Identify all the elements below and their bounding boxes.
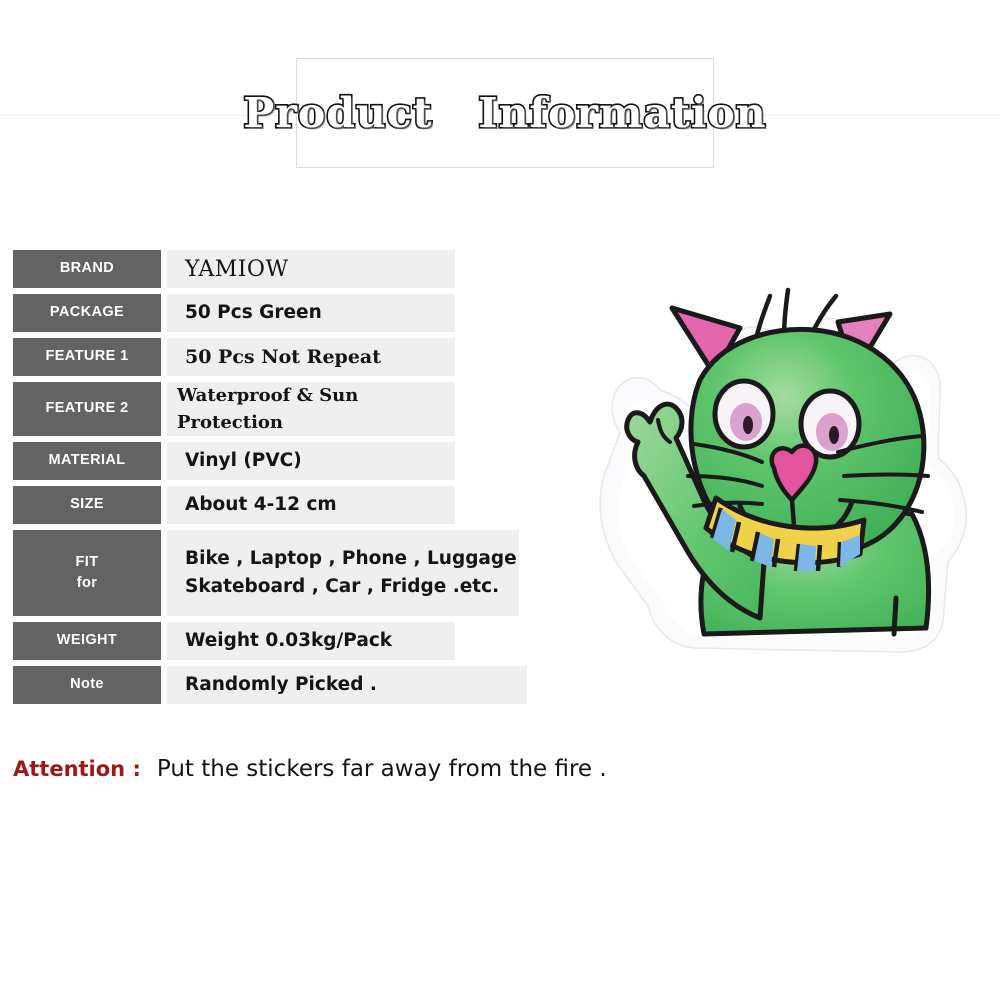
- title-box: Product Information: [242, 58, 767, 168]
- spec-label-fit-for: FIT for: [13, 530, 161, 616]
- spec-value-text: Waterproof & Sun Protection: [177, 385, 359, 433]
- spec-label-text: MATERIAL: [48, 452, 126, 469]
- table-row: SIZE About 4-12 cm: [13, 486, 543, 524]
- attention-text: Put the stickers far away from the fire …: [156, 756, 607, 782]
- spec-label-text: Note: [70, 676, 104, 693]
- spec-label-feature-2: FEATURE 2: [13, 382, 161, 436]
- table-row: Note Randomly Picked .: [13, 666, 543, 704]
- spec-label-text: WEIGHT: [56, 632, 118, 649]
- spec-label-feature-1: FEATURE 1: [13, 338, 161, 376]
- spec-value-text: Bike , Laptop , Phone , Luggage: [185, 548, 517, 570]
- table-row: BRAND YAMIOW: [13, 250, 543, 288]
- table-row: FEATURE 1 50 Pcs Not Repeat: [13, 338, 543, 376]
- attention-notice: Attention : Put the stickers far away fr…: [13, 756, 607, 782]
- spec-label-size: SIZE: [13, 486, 161, 524]
- spec-label-text: FIT: [75, 553, 99, 570]
- spec-label-text: PACKAGE: [49, 304, 125, 321]
- table-row: WEIGHT Weight 0.03kg/Pack: [13, 622, 543, 660]
- spec-label-text: FEATURE 2: [45, 400, 129, 417]
- spec-value-text: About 4-12 cm: [185, 494, 337, 516]
- product-image-green-cat-sticker: [508, 262, 998, 712]
- spec-label-material: MATERIAL: [13, 442, 161, 480]
- spec-value-size: About 4-12 cm: [167, 486, 455, 524]
- spec-value-fit-for: Bike , Laptop , Phone , Luggage Skateboa…: [167, 530, 519, 616]
- table-row: PACKAGE 50 Pcs Green: [13, 294, 543, 332]
- cat-sticker-illustration: [599, 287, 968, 653]
- product-information-page: Product Information BRAND YAMIOW PACKAGE…: [0, 0, 1000, 1000]
- spec-value-text: YAMIOW: [185, 256, 289, 282]
- spec-value-text: Randomly Picked .: [185, 674, 377, 696]
- spec-value-text: 50 Pcs Green: [185, 302, 322, 324]
- spec-label-package: PACKAGE: [13, 294, 161, 332]
- specification-table: BRAND YAMIOW PACKAGE 50 Pcs Green FEATUR…: [13, 250, 543, 710]
- spec-value-note: Randomly Picked .: [167, 666, 527, 704]
- spec-value-package: 50 Pcs Green: [167, 294, 455, 332]
- spec-label-text: BRAND: [59, 260, 115, 277]
- spec-value-text-second-line: Skateboard , Car , Fridge .etc.: [185, 576, 500, 597]
- spec-label-text: SIZE: [70, 496, 104, 513]
- attention-label: Attention :: [13, 757, 141, 781]
- spec-value-material: Vinyl (PVC): [167, 442, 455, 480]
- spec-value-feature-2: Waterproof & Sun Protection: [167, 382, 455, 436]
- spec-value-feature-1: 50 Pcs Not Repeat: [167, 338, 455, 376]
- spec-label-text: FEATURE 1: [45, 348, 129, 365]
- table-row: FIT for Bike , Laptop , Phone , Luggage …: [13, 530, 543, 616]
- spec-label-note: Note: [13, 666, 161, 704]
- spec-value-weight: Weight 0.03kg/Pack: [167, 622, 455, 660]
- spec-value-brand: YAMIOW: [167, 250, 455, 288]
- spec-label-weight: WEIGHT: [13, 622, 161, 660]
- spec-value-text: Vinyl (PVC): [185, 450, 302, 472]
- spec-label-text-second-line: for: [76, 575, 98, 591]
- table-row: MATERIAL Vinyl (PVC): [13, 442, 543, 480]
- spec-value-text: 50 Pcs Not Repeat: [185, 345, 381, 368]
- spec-label-brand: BRAND: [13, 250, 161, 288]
- spec-value-text: Weight 0.03kg/Pack: [185, 630, 393, 652]
- page-title: Product Information: [242, 87, 767, 138]
- table-row: FEATURE 2 Waterproof & Sun Protection: [13, 382, 543, 436]
